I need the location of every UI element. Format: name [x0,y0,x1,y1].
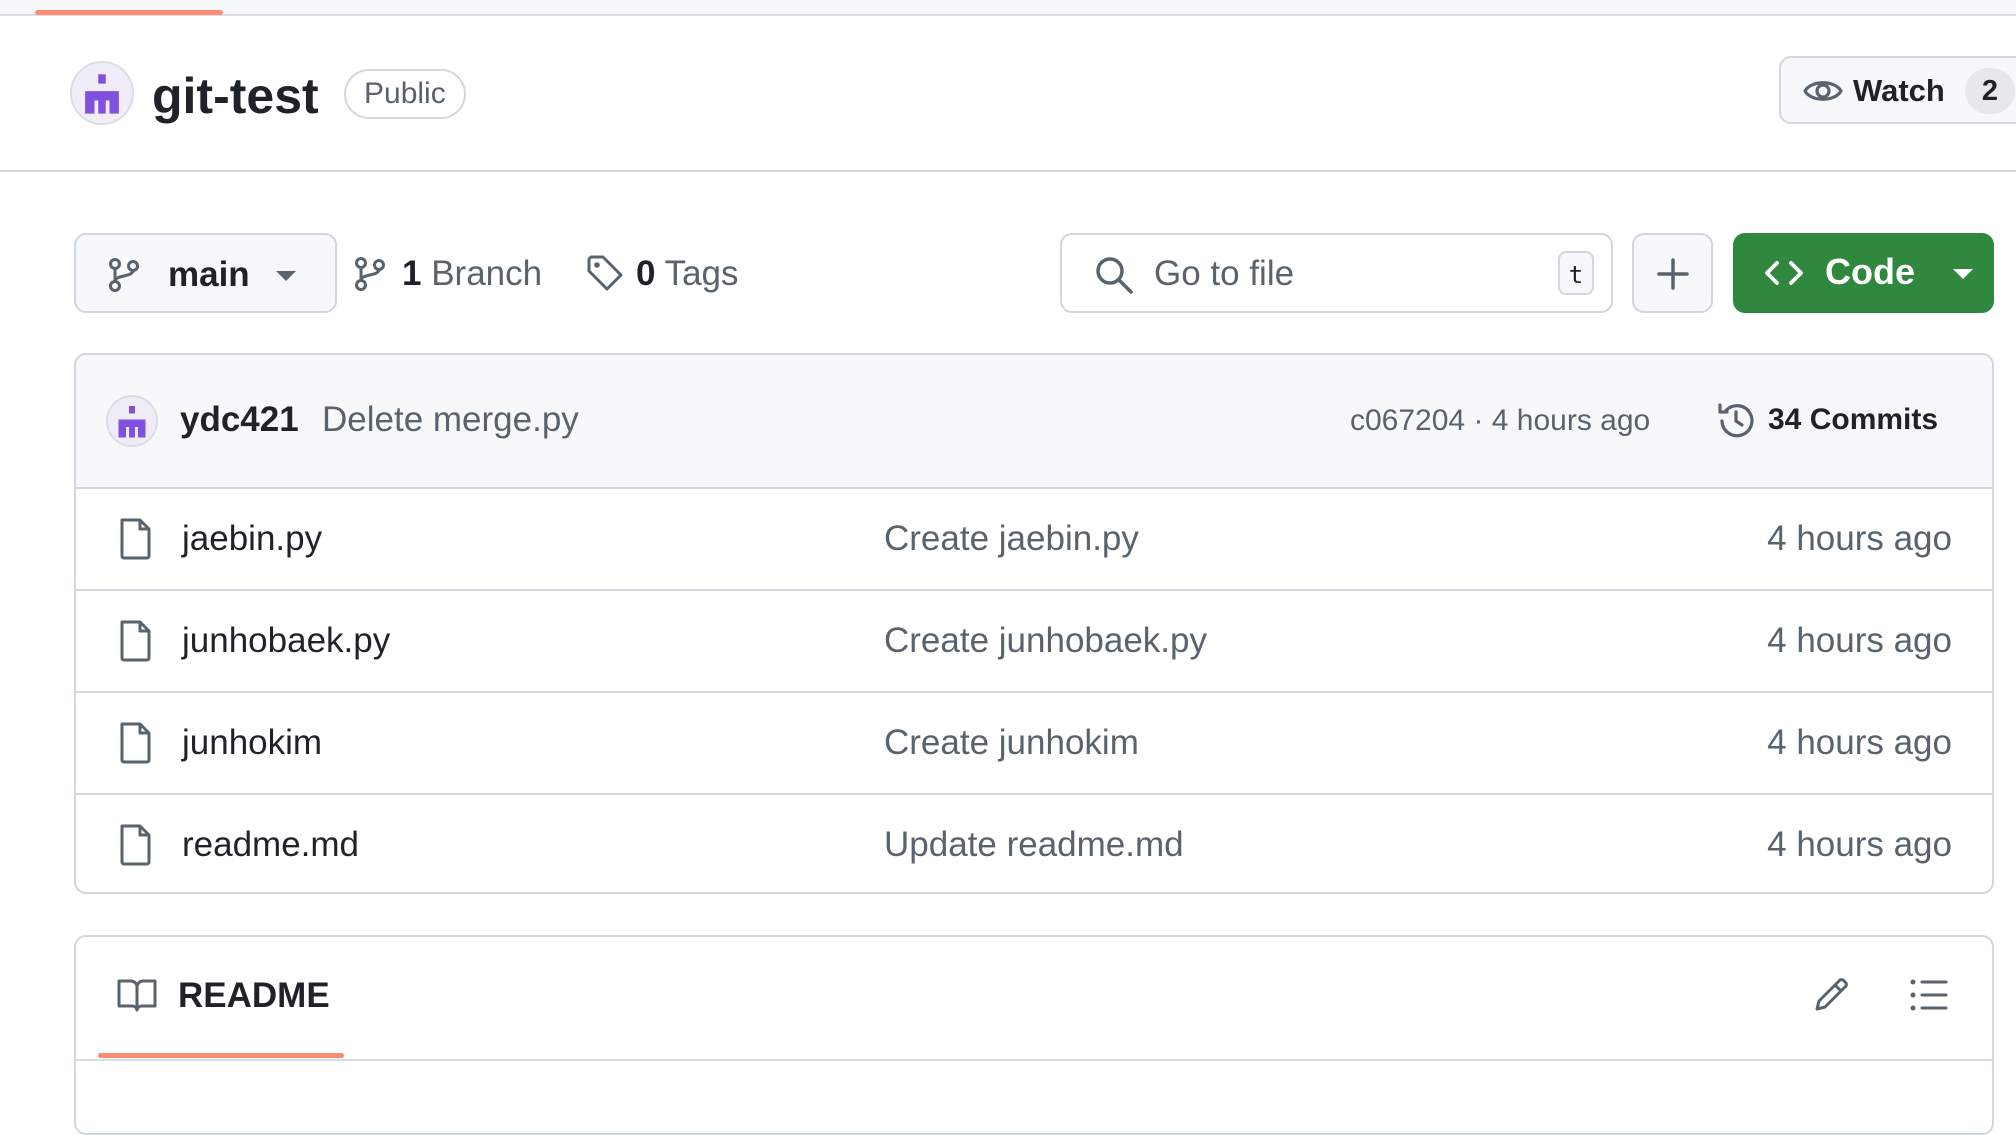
file-commit-message[interactable]: Update readme.md [884,824,1184,866]
git-branch-icon [109,258,139,292]
commit-author-link[interactable]: ydc421 [180,399,299,441]
commits-count-link[interactable]: 34 Commits [1768,401,1938,439]
watch-label: Watch [1853,73,1945,108]
file-commit-age: 4 hours ago [1767,519,1952,558]
tags-label: Tags [664,254,739,293]
file-row[interactable]: readme.md Update readme.md 4 hours ago [76,795,1992,892]
file-icon [120,722,151,764]
code-button[interactable]: Code [1733,233,1994,313]
file-name-link[interactable]: jaebin.py [182,518,322,560]
file-commit-message[interactable]: Create junhokim [884,722,1139,764]
visibility-badge: Public [344,69,466,119]
outline-list-icon[interactable] [1908,975,1948,1015]
file-row[interactable]: junhokim Create junhokim 4 hours ago [76,693,1992,795]
add-file-button[interactable] [1632,233,1713,313]
commit-sha-time[interactable]: c067204 · 4 hours ago [1350,402,1650,440]
identicon-icon [72,63,132,123]
file-icon [120,620,151,662]
file-row[interactable]: junhobaek.py Create junhobaek.py 4 hours… [76,591,1992,693]
file-commit-message[interactable]: Create junhobaek.py [884,620,1207,662]
git-branch-icon [355,257,385,291]
repo-header: git-test Public Watch 2 [0,16,2016,172]
pencil-icon[interactable] [1811,975,1851,1015]
go-to-file-input[interactable]: Go to file t [1060,233,1613,313]
tags-link[interactable]: 0 Tags [586,250,756,298]
file-commit-age: 4 hours ago [1767,825,1952,864]
file-row[interactable]: jaebin.py Create jaebin.py 4 hours ago [76,489,1992,591]
branches-link[interactable]: 1 Branch [354,250,554,298]
owner-avatar[interactable] [70,61,134,125]
file-name-link[interactable]: readme.md [182,824,359,866]
file-name-link[interactable]: junhobaek.py [182,620,390,662]
readme-panel: README [74,935,1994,1135]
book-icon [117,979,157,1012]
file-icon [120,824,151,866]
branch-selector-button[interactable]: main [74,233,337,313]
chevron-down-icon [276,271,296,281]
identicon-icon [108,397,156,445]
file-table: ydc421 Delete merge.py c067204 · 4 hours… [74,353,1994,894]
search-placeholder: Go to file [1154,254,1295,293]
keyboard-shortcut-hint: t [1558,251,1594,295]
commit-message-link[interactable]: Delete merge.py [322,399,579,441]
active-tab-indicator [35,10,223,15]
branches-label: Branch [431,254,543,293]
watch-count-badge: 2 [1965,68,2015,114]
code-icon [1765,261,1803,285]
chevron-down-icon [1953,269,1973,279]
file-commit-age: 4 hours ago [1767,723,1952,762]
eye-icon [1803,81,1843,101]
file-name-link[interactable]: junhokim [182,722,322,764]
author-avatar[interactable] [106,395,158,447]
latest-commit-row: ydc421 Delete merge.py c067204 · 4 hours… [76,355,1992,489]
tags-count: 0 [636,254,656,293]
readme-tab[interactable]: README [178,975,330,1017]
file-icon [120,518,151,560]
readme-tab-underline [98,1053,344,1058]
tag-icon [587,255,623,291]
file-commit-message[interactable]: Create jaebin.py [884,518,1139,560]
repo-name-link[interactable]: git-test [152,66,319,126]
global-nav-bar [0,0,2016,16]
watch-button[interactable]: Watch 2 [1779,56,2016,124]
readme-header: README [76,937,1992,1061]
file-commit-age: 4 hours ago [1767,621,1952,660]
branches-count: 1 [402,254,422,293]
branch-name: main [168,255,250,294]
plus-icon [1657,258,1689,290]
history-icon [1718,403,1754,438]
code-label: Code [1825,251,1915,292]
search-icon [1096,257,1133,294]
